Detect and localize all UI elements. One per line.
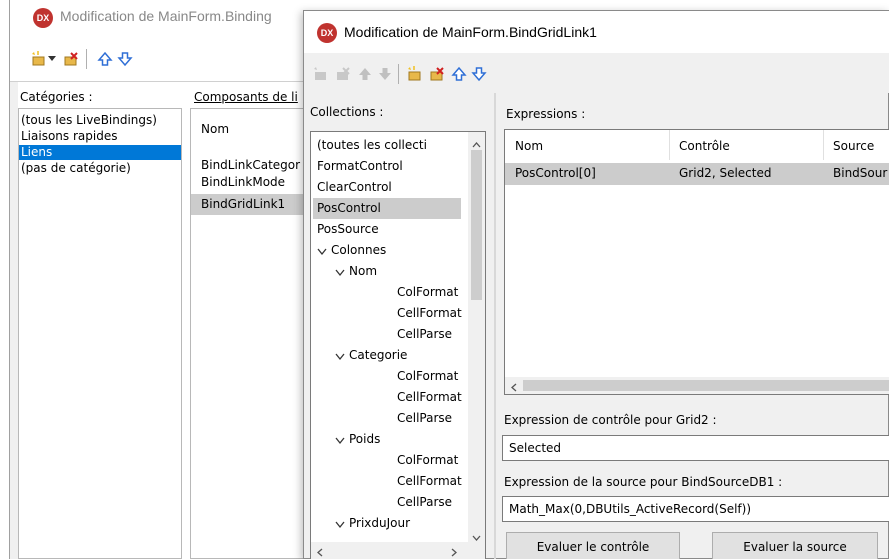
delete-item-icon[interactable] — [428, 65, 446, 83]
front-toolbar — [304, 53, 889, 93]
tree-item-prixdujour[interactable]: PrixduJour — [349, 513, 410, 534]
table-row[interactable]: PosControl[0] Grid2, Selected BindSour — [505, 163, 889, 185]
expand-chevron-icon[interactable] — [335, 350, 345, 364]
tree-item-cellformat[interactable]: CellFormat — [397, 387, 462, 408]
table-cell-nom: PosControl[0] — [515, 166, 596, 180]
source-expression-input[interactable]: Math_Max(0,DBUtils_ActiveRecord(Self)) — [502, 496, 889, 522]
back-window-logo: DX — [33, 8, 53, 28]
evaluate-source-button[interactable]: Evaluer la source — [712, 532, 878, 559]
list-item-selected[interactable]: BindGridLink1 — [191, 194, 309, 215]
toolbar-separator — [86, 49, 87, 69]
components-header: Nom — [201, 122, 230, 136]
tree-item-cellformat[interactable]: CellFormat — [397, 303, 462, 324]
categories-label: Catégories : — [20, 90, 93, 104]
list-item[interactable]: Liaisons rapides — [19, 129, 181, 144]
table-cell-source: BindSour — [833, 166, 888, 180]
tree-item-cellformat[interactable]: CellFormat — [397, 471, 462, 492]
tree-item-poids[interactable]: Poids — [349, 429, 380, 450]
tree-item-colformat[interactable]: ColFormat — [397, 450, 458, 471]
list-item[interactable]: (pas de catégorie) — [19, 161, 181, 176]
evaluate-control-button[interactable]: Evaluer le contrôle — [506, 532, 680, 559]
collections-tree[interactable]: (toutes les collecti FormatControl Clear… — [310, 131, 486, 559]
column-divider — [823, 130, 824, 160]
column-divider — [669, 130, 670, 160]
expressions-label: Expressions : — [506, 107, 586, 121]
move-down-icon[interactable] — [116, 50, 134, 68]
tree-item-cellparse[interactable]: CellParse — [397, 408, 452, 429]
expand-chevron-icon[interactable] — [335, 518, 345, 532]
horizontal-scrollbar[interactable] — [505, 377, 889, 394]
list-item-selected[interactable]: Liens — [19, 145, 181, 160]
back-toolbar — [10, 36, 310, 82]
tree-item-nom[interactable]: Nom — [349, 261, 377, 282]
components-list[interactable]: Nom BindLinkCategor BindLinkMode BindGri… — [190, 108, 310, 559]
new-item-icon[interactable] — [406, 65, 424, 83]
tree-item-all[interactable]: (toutes les collecti — [317, 135, 427, 156]
tree-item-cellparse[interactable]: CellParse — [397, 324, 452, 345]
tree-item-colonnes[interactable]: Colonnes — [331, 240, 386, 261]
disabled-new-icon — [312, 65, 330, 83]
table-cell-controle: Grid2, Selected — [679, 166, 772, 180]
toolbar-separator — [398, 64, 399, 84]
delete-item-icon[interactable] — [62, 50, 80, 68]
pane-splitter[interactable] — [494, 93, 496, 559]
front-title-bar: DX Modification de MainForm.BindGridLink… — [304, 11, 889, 53]
chevron-down-icon[interactable] — [46, 50, 58, 68]
tree-item-colformat[interactable]: ColFormat — [397, 282, 458, 303]
move-down-icon[interactable] — [470, 65, 488, 83]
expressions-pane: Expressions : Nom Contrôle Source PosCon… — [498, 93, 889, 559]
scroll-left-icon[interactable] — [511, 381, 517, 394]
list-item[interactable]: (tous les LiveBindings) — [19, 113, 181, 128]
back-left-strip — [10, 82, 18, 559]
front-window: DX Modification de MainForm.BindGridLink… — [303, 10, 889, 559]
app-logo: DX — [317, 23, 337, 43]
column-header-controle[interactable]: Contrôle — [679, 136, 730, 157]
tree-item-pos-source[interactable]: PosSource — [317, 219, 379, 240]
control-expression-label: Expression de contrôle pour Grid2 : — [504, 413, 717, 427]
tree-item-clear-control[interactable]: ClearControl — [317, 177, 392, 198]
tree-item-format-control[interactable]: FormatControl — [317, 156, 403, 177]
expand-chevron-icon[interactable] — [335, 266, 345, 280]
categories-list[interactable]: (tous les LiveBindings) Liaisons rapides… — [18, 108, 182, 559]
source-expression-label: Expression de la source pour BindSourceD… — [504, 475, 783, 489]
scroll-up-icon[interactable] — [472, 137, 481, 151]
tree-item-pos-control[interactable]: PosControl — [313, 198, 461, 219]
scroll-left-icon[interactable] — [317, 546, 323, 559]
expand-chevron-icon[interactable] — [335, 434, 345, 448]
disabled-delete-icon — [334, 65, 352, 83]
collections-label: Collections : — [310, 105, 384, 119]
control-expression-input[interactable]: Selected — [502, 435, 889, 461]
disabled-up-icon — [356, 65, 374, 83]
tree-item-categorie[interactable]: Categorie — [349, 345, 407, 366]
back-window-title: Modification de MainForm.Binding — [60, 8, 272, 24]
list-item[interactable]: BindLinkMode — [191, 172, 285, 193]
scroll-right-icon[interactable] — [451, 546, 457, 559]
column-header-source[interactable]: Source — [833, 136, 874, 157]
components-label: Composants de li — [194, 90, 298, 104]
move-up-icon[interactable] — [96, 50, 114, 68]
collections-pane: Collections : (toutes les collecti Forma… — [304, 93, 494, 559]
vertical-scrollbar[interactable] — [468, 132, 485, 542]
window-title: Modification de MainForm.BindGridLink1 — [344, 24, 597, 40]
scrollbar-thumb[interactable] — [471, 150, 482, 300]
tree-item-cellparse[interactable]: CellParse — [397, 492, 452, 513]
expressions-grid[interactable]: Nom Contrôle Source PosControl[0] Grid2,… — [504, 129, 889, 395]
column-header-nom[interactable]: Nom — [515, 136, 543, 157]
disabled-down-icon — [376, 65, 394, 83]
scrollbar-thumb[interactable] — [523, 380, 889, 391]
expand-chevron-icon[interactable] — [317, 245, 327, 259]
horizontal-scrollbar[interactable] — [311, 542, 485, 559]
move-up-icon[interactable] — [450, 65, 468, 83]
tree-item-colformat[interactable]: ColFormat — [397, 366, 458, 387]
